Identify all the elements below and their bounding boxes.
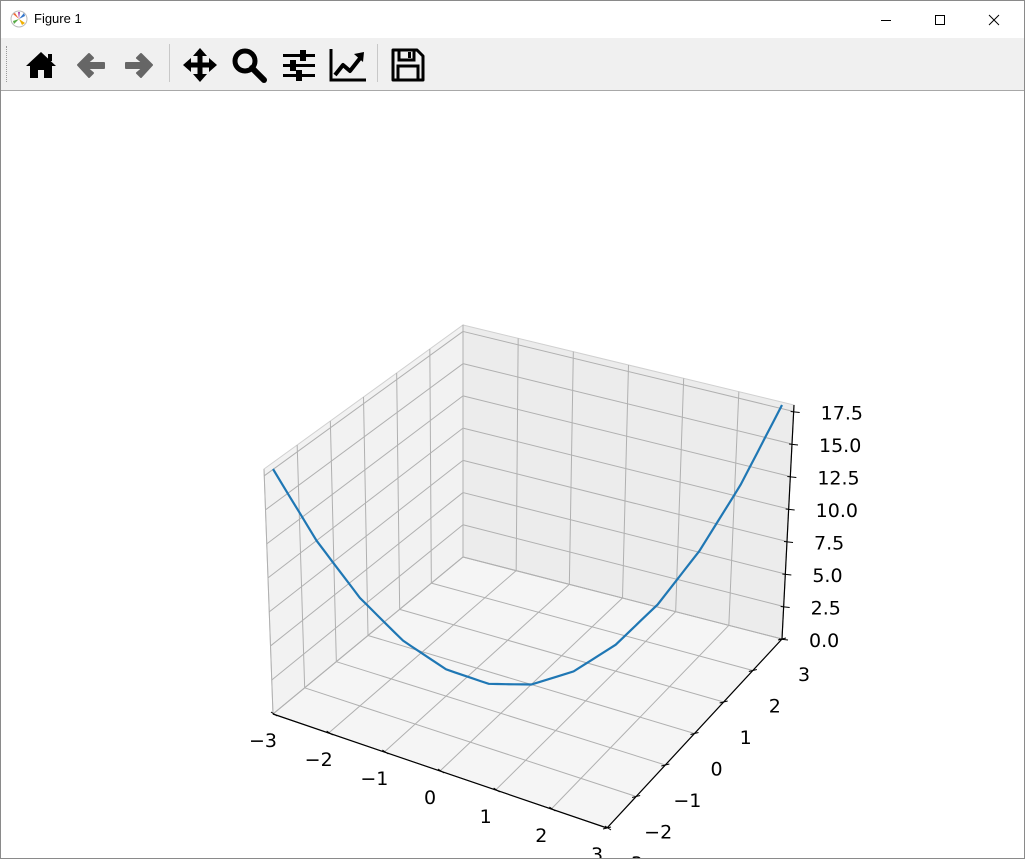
toolbar-separator [377,44,378,82]
move-icon [183,48,217,82]
sliders-icon [283,50,315,81]
line-chart-icon [329,49,366,82]
y-tick-label: 2 [769,696,781,718]
close-icon [988,14,1000,25]
plot-3d-axes[interactable]: −3−2−10123−3−2−101230.02.55.07.510.012.5… [1,91,1024,862]
y-tick-label: 1 [740,727,752,749]
x-tick-label: 0 [424,787,436,809]
home-icon [26,52,56,78]
z-tick-label: 12.5 [817,468,859,490]
navigation-toolbar [1,38,1024,91]
z-tick-label: 5.0 [812,565,842,587]
x-tick-label: 2 [535,825,547,847]
toolbar-separator [169,44,170,82]
figure-window: Figure 1 −3 −2 −1 0 1 2 3 −2 −1 0 1 2 3 … [0,0,1025,862]
z-tick-label: 15.0 [819,435,861,457]
pan-button[interactable] [180,46,220,84]
x-tick-label: −1 [360,768,388,790]
maximize-button[interactable] [917,1,963,38]
window-title: Figure 1 [34,11,82,26]
y-tick-label: 0 [710,759,722,781]
x-tick-label: 1 [480,806,492,828]
figure-canvas[interactable]: −3−2−10123−3−2−101230.02.55.07.510.012.5… [1,91,1024,862]
z-tick-label: 7.5 [814,533,844,555]
y-tick-label: −1 [673,790,701,812]
zoom-button[interactable] [229,46,269,84]
x-tick-label: −3 [249,730,277,752]
arrow-left-icon [77,53,105,78]
minimize-button[interactable] [863,1,909,38]
z-tick-label: 2.5 [811,598,841,620]
y-tick-label: −2 [644,822,672,844]
toolbar-grip[interactable] [6,46,10,82]
arrow-right-icon [125,53,153,78]
z-tick-label: 10.0 [816,500,858,522]
magnifier-icon [232,48,267,83]
matplotlib-logo-icon [10,10,28,28]
minimize-icon [881,19,891,21]
y-tick-label: −3 [615,853,643,858]
z-tick-label: 17.5 [821,403,863,425]
x-tick-label: 3 [591,844,603,858]
subplots-button[interactable] [279,46,319,84]
home-button[interactable] [21,46,61,84]
y-tick-label: 3 [798,664,810,686]
back-button[interactable] [71,46,111,84]
x-tick-label: −2 [305,749,333,771]
forward-button[interactable] [119,46,159,84]
title-bar[interactable]: Figure 1 [1,1,1024,38]
z-tick-label: 0.0 [809,630,839,652]
save-button[interactable] [388,46,428,84]
maximize-icon [935,14,945,25]
customize-button[interactable] [328,46,368,84]
floppy-disk-icon [391,48,425,82]
close-button[interactable] [971,1,1017,38]
